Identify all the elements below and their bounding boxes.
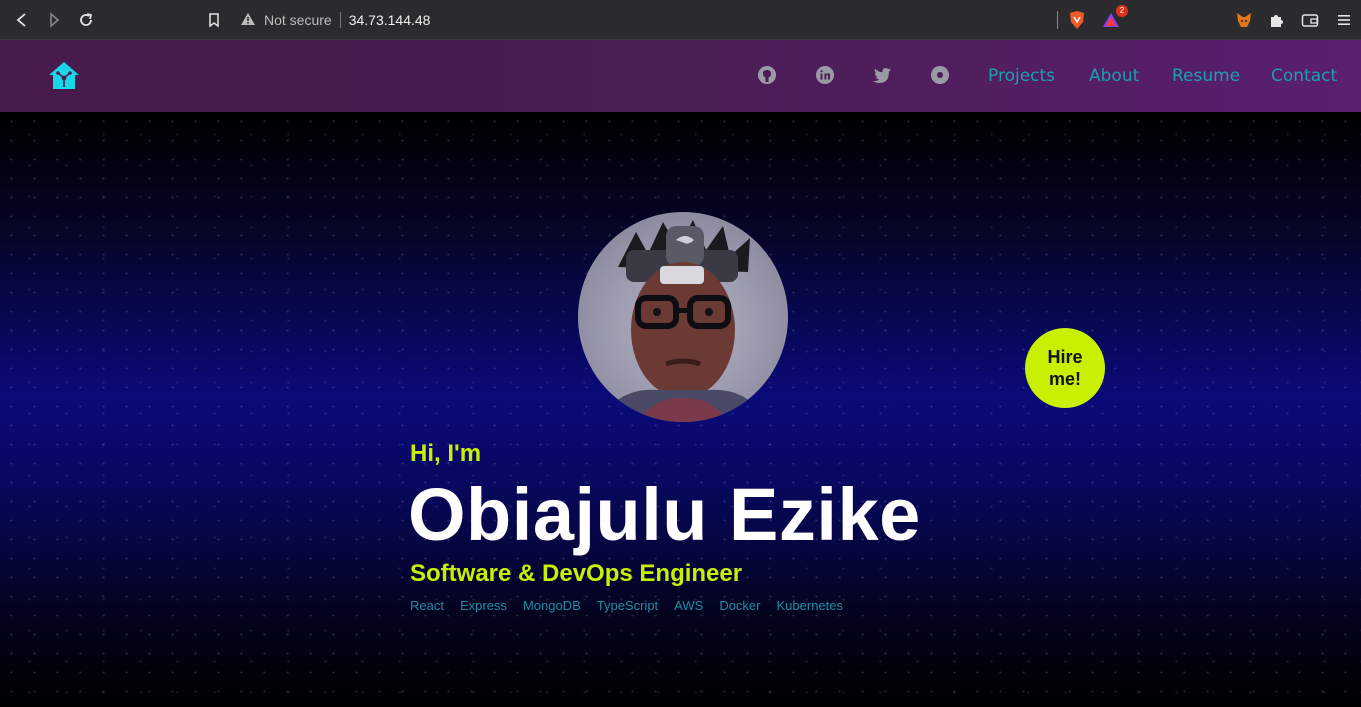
linkedin-icon[interactable] xyxy=(814,64,836,86)
nav-link-projects[interactable]: Projects xyxy=(988,66,1055,86)
site-header: Projects About Resume Contact xyxy=(0,40,1361,112)
bookmark-icon[interactable] xyxy=(202,8,226,32)
portfolio-icon[interactable] xyxy=(929,64,951,86)
skill-tag: Kubernetes xyxy=(776,598,844,613)
security-label: Not secure xyxy=(264,12,332,28)
hero-role: Software & DevOps Engineer xyxy=(410,560,743,587)
warning-icon xyxy=(240,11,256,30)
toolbar-divider xyxy=(1057,11,1058,29)
hero-section: Hire me! Hi, I'm Obiajulu Ezike Software… xyxy=(0,112,1361,707)
nav-link-resume[interactable]: Resume xyxy=(1172,66,1240,86)
browser-toolbar: Not secure 34.73.144.48 2 xyxy=(0,0,1361,40)
forward-icon[interactable] xyxy=(42,8,66,32)
rewards-badge: 2 xyxy=(1116,5,1128,17)
address-separator xyxy=(339,12,341,28)
brave-rewards-icon[interactable]: 2 xyxy=(1100,5,1128,31)
hire-me-button[interactable]: Hire me! xyxy=(1025,328,1105,408)
hero-name: Obiajulu Ezike xyxy=(408,473,921,556)
home-logo-icon[interactable] xyxy=(46,58,82,94)
nav-link-contact[interactable]: Contact xyxy=(1271,66,1337,86)
skills-list: React Express MongoDB TypeScript AWS Doc… xyxy=(410,598,843,613)
skill-tag: Docker xyxy=(719,598,761,613)
skill-tag: TypeScript xyxy=(596,598,659,613)
nav-link-about[interactable]: About xyxy=(1089,66,1139,86)
skill-tag: React xyxy=(410,598,444,613)
reload-icon[interactable] xyxy=(74,8,98,32)
address-bar[interactable]: Not secure 34.73.144.48 xyxy=(240,9,1060,31)
metamask-fox-icon[interactable] xyxy=(1233,9,1255,31)
twitter-icon[interactable] xyxy=(871,64,893,86)
url-text: 34.73.144.48 xyxy=(348,12,431,28)
skill-tag: MongoDB xyxy=(522,598,581,613)
profile-avatar xyxy=(578,212,788,422)
back-icon[interactable] xyxy=(10,8,34,32)
skill-tag: Express xyxy=(459,598,507,613)
menu-icon[interactable] xyxy=(1333,9,1355,31)
github-icon[interactable] xyxy=(756,64,778,86)
greeting-text: Hi, I'm xyxy=(410,440,482,467)
brave-shield-icon[interactable] xyxy=(1066,9,1088,31)
skill-tag: AWS xyxy=(674,598,704,613)
extensions-puzzle-icon[interactable] xyxy=(1265,9,1287,31)
wallet-icon[interactable] xyxy=(1299,9,1321,31)
